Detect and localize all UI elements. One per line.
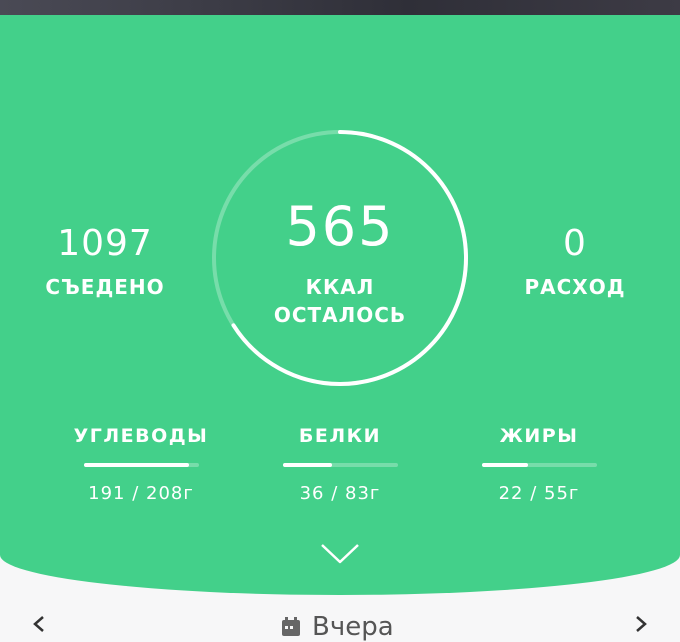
eaten-value: 1097 bbox=[57, 223, 153, 264]
macro-fat-amount: 22 / 55г bbox=[498, 483, 580, 504]
macro-protein-amount: 36 / 83г bbox=[299, 483, 381, 504]
calories-remaining-label: ККАЛ ОСТАЛОСЬ bbox=[210, 273, 470, 329]
chevron-right-icon[interactable] bbox=[632, 615, 650, 633]
status-bar bbox=[0, 0, 680, 15]
calorie-summary-card: 565 ККАЛ ОСТАЛОСЬ 1097 СЪЕДЕНО 0 РАСХОД … bbox=[0, 15, 680, 595]
eaten-label: СЪЕДЕНО bbox=[45, 275, 165, 299]
burned-value: 0 bbox=[563, 223, 587, 264]
calorie-ring-graphic bbox=[212, 130, 468, 386]
macro-carbs-fill bbox=[83, 463, 190, 467]
macro-carbs-amount: 191 / 208г bbox=[88, 483, 194, 504]
macro-protein: БЕЛКИ 36 / 83г bbox=[240, 425, 440, 504]
macro-fat-fill bbox=[481, 463, 528, 467]
calendar-icon bbox=[282, 617, 300, 636]
macro-carbs: УГЛЕВОДЫ 191 / 208г bbox=[41, 425, 241, 504]
macro-fat-bar bbox=[481, 463, 597, 467]
burned-label: РАСХОД bbox=[524, 275, 626, 299]
macro-fat: ЖИРЫ 22 / 55г bbox=[439, 425, 639, 504]
macro-protein-bar bbox=[282, 463, 398, 467]
macro-fat-name: ЖИРЫ bbox=[499, 425, 579, 447]
macro-carbs-name: УГЛЕВОДЫ bbox=[73, 425, 209, 447]
calories-remaining-value: 565 bbox=[285, 195, 395, 258]
date-selector[interactable]: Вчера bbox=[280, 612, 394, 642]
remaining-caption: ОСТАЛОСЬ bbox=[273, 303, 407, 327]
calorie-ring bbox=[210, 128, 470, 388]
macro-protein-name: БЕЛКИ bbox=[298, 425, 382, 447]
date-label: Вчера bbox=[312, 612, 394, 642]
date-navigation: Вчера bbox=[0, 595, 680, 642]
macro-carbs-bar bbox=[83, 463, 199, 467]
macro-protein-fill bbox=[282, 463, 332, 467]
kcal-unit: ККАЛ bbox=[305, 275, 375, 299]
chevron-left-icon[interactable] bbox=[30, 615, 48, 633]
chevron-down-icon[interactable] bbox=[320, 542, 360, 566]
